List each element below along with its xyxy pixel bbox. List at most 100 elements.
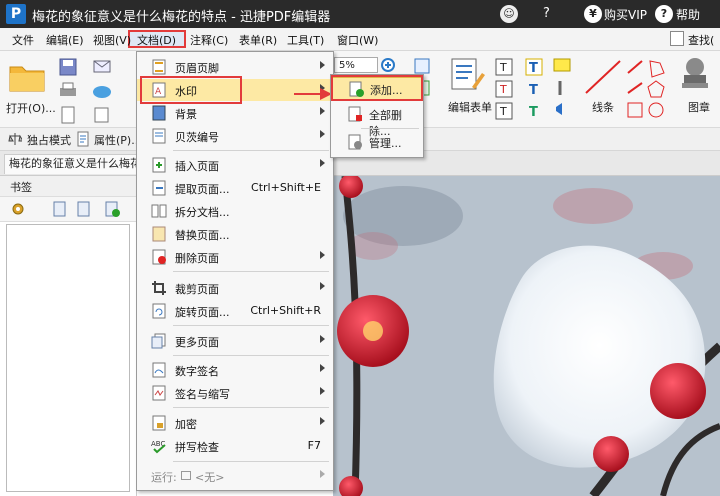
- stamp-icon[interactable]: [678, 55, 712, 95]
- save-icon[interactable]: [58, 57, 78, 77]
- menu-window[interactable]: 窗口(W): [337, 32, 378, 48]
- menu-item-background[interactable]: 背景: [137, 102, 333, 124]
- menu-item-insert-pages[interactable]: 插入页面: [137, 154, 333, 176]
- email-icon[interactable]: [92, 57, 114, 77]
- watermark-manage-icon: [348, 134, 362, 150]
- menu-edit[interactable]: 编辑(E): [46, 32, 84, 48]
- menu-item-digital-signature[interactable]: 数字签名: [137, 359, 333, 381]
- menu-item-replace-pages[interactable]: 替换页面...: [137, 223, 333, 245]
- form-field-tools-icon[interactable]: T T T: [494, 57, 516, 123]
- bookmark-header-label: 书签: [10, 181, 32, 194]
- more-pages-icon: [151, 333, 166, 349]
- run-value: <无>: [195, 471, 225, 484]
- svg-text:T: T: [529, 61, 538, 76]
- menu-tools[interactable]: 工具(T): [287, 32, 324, 48]
- zoom-in-icon[interactable]: [380, 57, 398, 75]
- menu-item-more-pages[interactable]: 更多页面: [137, 330, 333, 352]
- question-button[interactable]: ?: [543, 6, 550, 21]
- menu-separator: [173, 407, 329, 408]
- extract-page-icon: [152, 180, 166, 196]
- zoom-input[interactable]: 5%: [334, 57, 378, 73]
- menu-item-delete-pages[interactable]: 删除页面: [137, 246, 333, 268]
- svg-text:T: T: [529, 83, 538, 98]
- folder-open-icon[interactable]: [8, 59, 46, 93]
- line-tool-label[interactable]: 线条: [592, 99, 614, 115]
- cloud-icon[interactable]: [92, 81, 114, 101]
- menu-separator: [173, 325, 329, 326]
- menu-item-label: 背景: [175, 108, 197, 121]
- rotate-page-icon: [152, 303, 166, 319]
- submenu-arrow-icon: [320, 130, 325, 138]
- menu-item-run: 运行: <无>: [137, 465, 333, 487]
- menu-item-label: 签名与缩写: [175, 388, 230, 401]
- window-title: 梅花的象征意义是什么梅花的特点 - 迅捷PDF编辑器: [32, 10, 331, 25]
- stamp-tool-label[interactable]: 图章: [688, 99, 710, 115]
- menu-document[interactable]: 文档(D): [137, 32, 176, 48]
- menu-separator: [173, 150, 329, 151]
- menu-file[interactable]: 文件: [12, 32, 34, 48]
- menu-item-extract-pages[interactable]: 提取页面... Ctrl+Shift+E: [137, 177, 333, 199]
- line-icon[interactable]: [582, 57, 626, 97]
- sign-initials-icon: [152, 385, 166, 401]
- bookmark-copy-icon[interactable]: [76, 201, 92, 217]
- edit-form-icon[interactable]: [450, 57, 486, 93]
- submenu-arrow-icon: [320, 470, 325, 478]
- print-icon[interactable]: [58, 81, 78, 101]
- gear-icon[interactable]: [10, 201, 26, 217]
- bookmark-list[interactable]: [6, 224, 130, 492]
- menu-separator: [173, 271, 329, 272]
- menu-item-header-footer[interactable]: 页眉页脚: [137, 56, 333, 78]
- menu-item-label: 数字签名: [175, 365, 219, 378]
- svg-text:T: T: [499, 61, 507, 74]
- menu-bar: 文件 编辑(E) 视图(V) 文档(D) 注释(C) 表单(R) 工具(T) 窗…: [0, 28, 720, 51]
- submenu-arrow-icon: [320, 364, 325, 372]
- find-icon: [670, 31, 684, 46]
- menu-find[interactable]: 查找(: [688, 32, 714, 48]
- delete-page-icon: [152, 249, 166, 265]
- app-logo-icon: P: [6, 4, 26, 24]
- menu-comment[interactable]: 注释(C): [190, 32, 228, 48]
- submenu-arrow-icon: [320, 251, 325, 259]
- run-box-icon: [181, 471, 191, 480]
- shape-tools-icon[interactable]: [624, 57, 674, 123]
- menu-item-label: 页眉页脚: [175, 62, 219, 75]
- menu-view[interactable]: 视图(V): [93, 32, 131, 48]
- menu-item-spell-check[interactable]: ABC 拼写检查 F7: [137, 435, 333, 457]
- bookmark-panel-header: 书签: [0, 176, 136, 197]
- edit-form-label[interactable]: 编辑表单: [448, 99, 492, 115]
- exclusive-mode-button[interactable]: 独占模式: [27, 132, 71, 148]
- submenu-item-remove-all[interactable]: 全部删除...: [331, 103, 423, 138]
- replace-page-icon: [152, 226, 166, 242]
- menu-item-split-document[interactable]: 拆分文档...: [137, 200, 333, 222]
- properties-button[interactable]: 属性(P)...: [94, 132, 142, 148]
- menu-item-encrypt[interactable]: 加密: [137, 412, 333, 434]
- submenu-item-manage[interactable]: 管理...: [331, 131, 423, 155]
- menu-item-label: 删除页面: [175, 252, 219, 265]
- menu-item-rotate-pages[interactable]: 旋转页面... Ctrl+Shift+R: [137, 300, 333, 322]
- note-tools-icon[interactable]: [552, 57, 574, 123]
- yen-icon: ¥: [584, 5, 602, 23]
- bates-number-icon: [152, 128, 166, 144]
- menu-item-sign-initials[interactable]: 签名与缩写: [137, 382, 333, 404]
- bookmark-new-icon[interactable]: [104, 201, 120, 217]
- text-tools-icon[interactable]: T T T: [524, 57, 546, 123]
- properties-icon: [77, 131, 89, 147]
- document-tab[interactable]: 梅花的象征意义是什么梅花的: [4, 154, 140, 174]
- page-icon[interactable]: [58, 105, 78, 125]
- digital-signature-icon: [152, 362, 166, 378]
- menu-item-label: 提取页面...: [175, 183, 230, 196]
- menu-separator: [173, 461, 329, 462]
- crop-icon: [152, 281, 166, 295]
- buy-vip-button[interactable]: 购买VIP: [604, 6, 647, 23]
- watermark-remove-icon: [348, 106, 362, 122]
- menu-item-crop-pages[interactable]: 裁剪页面: [137, 277, 333, 299]
- help-button[interactable]: 帮助: [676, 6, 700, 23]
- export-icon[interactable]: [92, 105, 114, 125]
- menu-item-shortcut: Ctrl+Shift+E: [251, 181, 321, 194]
- bookmark-add-icon[interactable]: [52, 201, 68, 217]
- user-avatar-icon[interactable]: ☺: [500, 5, 518, 23]
- menu-item-label: 更多页面: [175, 336, 219, 349]
- menu-form[interactable]: 表单(R): [239, 32, 277, 48]
- open-button-label[interactable]: 打开(O)...: [6, 100, 56, 116]
- menu-item-bates-numbering[interactable]: 贝茨编号: [137, 125, 333, 147]
